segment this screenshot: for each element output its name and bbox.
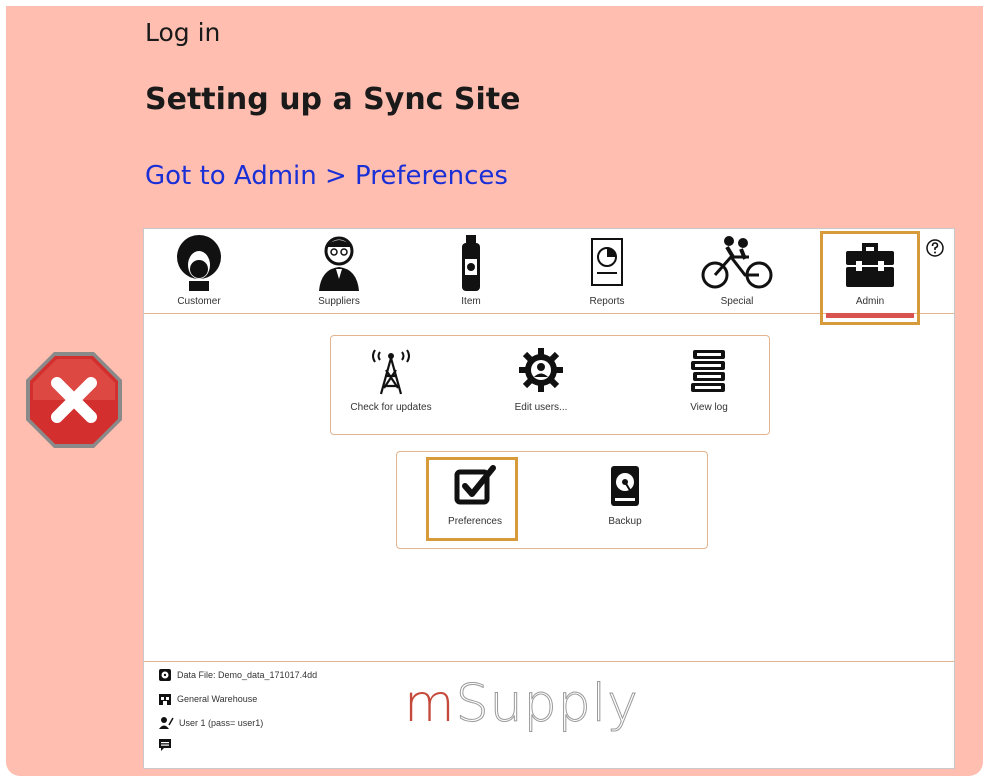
check-for-updates-label: Check for updates (350, 402, 432, 413)
user-icon (159, 717, 174, 729)
database-disk-icon (159, 669, 171, 681)
toolbar-special-label: Special (720, 296, 754, 307)
toolbar-customer-label: Customer (177, 296, 221, 307)
item-bottle-icon (462, 235, 480, 291)
customer-icon (177, 235, 221, 291)
data-file-text: Data File: Demo_data_171017.4dd (177, 670, 318, 680)
antenna-icon (372, 349, 410, 395)
view-log-label: View log (690, 402, 728, 413)
edit-users-label: Edit users... (514, 402, 568, 413)
admin-highlight (820, 231, 920, 325)
suppliers-icon (319, 236, 359, 291)
data-file-row: Data File: Demo_data_171017.4dd (158, 666, 317, 684)
message-icon (159, 739, 171, 751)
help-icon[interactable] (926, 239, 944, 257)
toolbar-special[interactable]: Special (682, 233, 792, 309)
toolbar-suppliers[interactable]: Suppliers (284, 233, 394, 309)
toolbar-customer[interactable]: Customer (144, 233, 254, 309)
admin-group-maintenance: Check for updates Edit users... View log (330, 335, 770, 435)
bicycle-icon (701, 236, 773, 289)
section-heading: Setting up a Sync Site (145, 82, 521, 117)
logo-word-supply: Supply (455, 674, 639, 735)
reports-icon (591, 238, 623, 286)
backup-label: Backup (608, 516, 642, 527)
logo-letter-m: m (404, 674, 456, 734)
toolbar-reports[interactable]: Reports (552, 233, 662, 309)
main-toolbar: Customer Suppliers Item Reports Special … (144, 229, 954, 325)
toolbar-reports-label: Reports (589, 296, 625, 307)
user-text: User 1 (pass= user1) (179, 718, 264, 728)
admin-selected-indicator (826, 313, 914, 318)
log-in-title: Log in (145, 18, 221, 47)
toolbar-item-label: Item (461, 296, 481, 307)
warehouse-icon (159, 694, 171, 705)
store-name: General Warehouse (177, 694, 258, 704)
backup-button[interactable]: Backup (575, 462, 675, 527)
msupply-screenshot: Customer Suppliers Item Reports Special … (143, 228, 955, 769)
preferences-highlight (426, 457, 518, 541)
error-icon (26, 352, 122, 448)
view-log-button[interactable]: View log (649, 344, 769, 413)
toolbar-suppliers-label: Suppliers (318, 296, 360, 307)
check-for-updates-button[interactable]: Check for updates (331, 344, 451, 413)
message-row[interactable] (158, 736, 177, 754)
msupply-logo: mSupply (404, 674, 639, 735)
hard-drive-icon (611, 466, 639, 506)
error-notice-panel: Log in Setting up a Sync Site Got to Adm… (6, 6, 983, 776)
toolbar-item[interactable]: Item (416, 233, 526, 309)
user-row: User 1 (pass= user1) (158, 714, 263, 732)
gear-user-icon (519, 348, 563, 392)
store-row: General Warehouse (158, 690, 257, 708)
admin-preferences-link[interactable]: Got to Admin > Preferences (145, 161, 508, 191)
status-footer: Data File: Demo_data_171017.4dd General … (144, 661, 954, 769)
edit-users-button[interactable]: Edit users... (481, 344, 601, 413)
books-icon (691, 350, 725, 392)
